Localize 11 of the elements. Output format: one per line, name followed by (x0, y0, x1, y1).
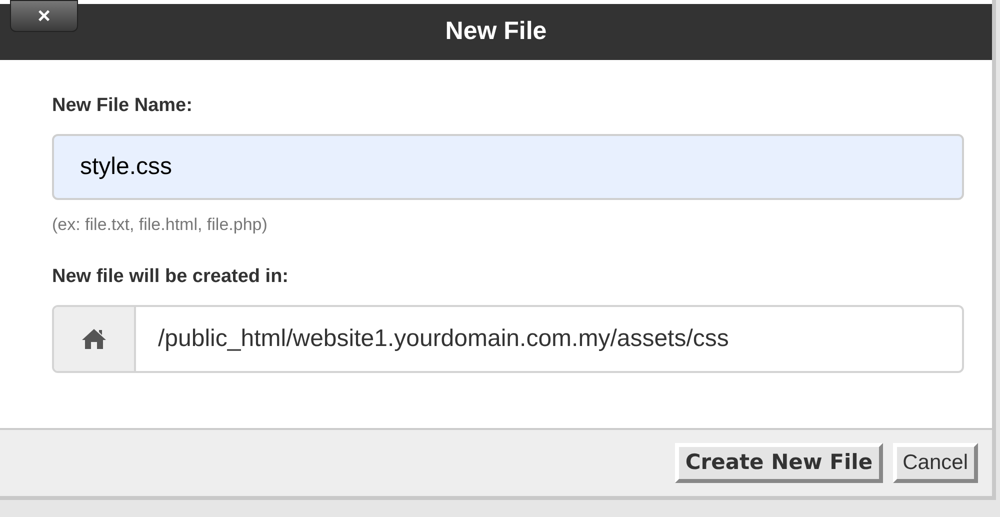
home-icon (81, 328, 107, 350)
location-field[interactable]: /public_html/website1.yourdomain.com.my/assets/css (52, 304, 964, 372)
dialog-title: New File (445, 16, 547, 48)
file-name-field[interactable]: style.css (52, 134, 964, 200)
hint-text: (ex: file.txt, file.html, file.php) (52, 214, 268, 236)
create-button[interactable]: Create New File (675, 443, 883, 483)
field-label: New file will be created in: (52, 265, 290, 289)
close-button[interactable]: × (10, 0, 78, 32)
field-label: New File Name: (52, 94, 194, 118)
cancel-button[interactable]: Cancel (892, 443, 978, 483)
location-path: /public_html/website1.yourdomain.com.my/assets/css (157, 324, 729, 354)
